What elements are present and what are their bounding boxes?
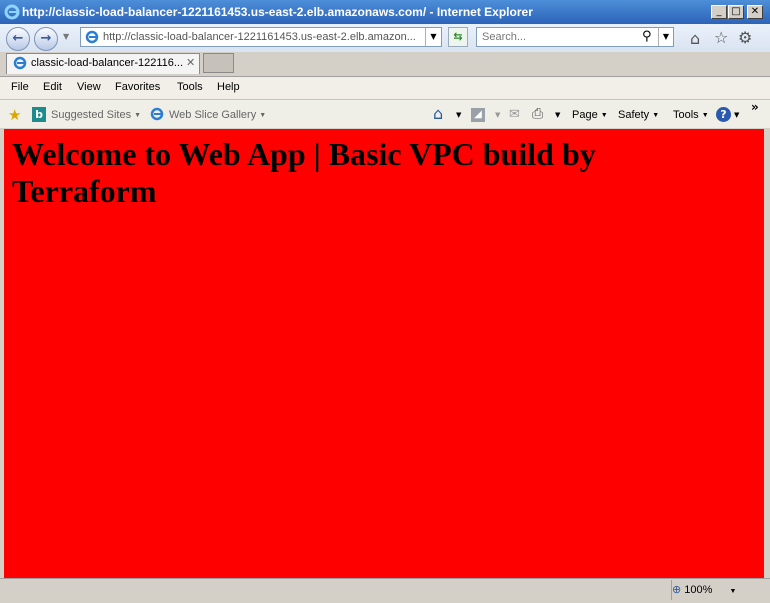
- home-icon[interactable]: ⌂: [690, 29, 700, 48]
- status-bar: [0, 578, 770, 603]
- tab-close-icon[interactable]: ✕: [186, 56, 195, 69]
- chevron-down-icon: ▼: [600, 111, 608, 119]
- menu-help[interactable]: Help: [217, 81, 240, 93]
- chevron-down-icon: ▼: [259, 111, 267, 119]
- menu-view[interactable]: View: [77, 81, 101, 93]
- compat-view-icon[interactable]: ⇆: [448, 27, 468, 47]
- zoom-dropdown-icon: ▼: [729, 588, 737, 595]
- minimize-button[interactable]: _: [711, 5, 727, 19]
- home-dropdown-icon[interactable]: ▼: [456, 111, 461, 119]
- tab-page-icon: [12, 56, 28, 70]
- zoom-icon: ⊕: [672, 584, 682, 596]
- tab-label: classic-load-balancer-122116...: [31, 57, 184, 69]
- maximize-button[interactable]: □: [728, 5, 744, 19]
- new-tab-button[interactable]: [203, 53, 234, 73]
- address-dropdown-icon[interactable]: ▼: [425, 28, 441, 46]
- zoom-level: 100%: [684, 584, 713, 596]
- tools-menu[interactable]: Tools ▼: [673, 109, 709, 121]
- page-heading: Welcome to Web App | Basic VPC build by …: [12, 136, 596, 209]
- gear-icon[interactable]: ⚙: [738, 28, 752, 47]
- forward-button[interactable]: →: [34, 27, 58, 51]
- web-slice-gallery-link[interactable]: Web Slice Gallery ▼: [169, 109, 266, 121]
- page-icon: [84, 30, 100, 44]
- chevron-down-icon: ▼: [134, 111, 142, 119]
- search-icon[interactable]: ⚲: [642, 29, 652, 44]
- feeds-dropdown-icon[interactable]: ▼: [495, 111, 500, 119]
- favorites-icon[interactable]: ★: [8, 106, 21, 124]
- favorites-star-icon[interactable]: ☆: [714, 28, 728, 47]
- chevron-down-icon: ▼: [652, 111, 660, 119]
- suggested-sites-label: Suggested Sites: [51, 109, 132, 121]
- search-dropdown-icon[interactable]: ▼: [658, 28, 673, 46]
- page-menu[interactable]: Page ▼: [572, 109, 608, 121]
- address-text: http://classic-load-balancer-1221161453.…: [103, 31, 416, 43]
- page-menu-label: Page: [572, 109, 598, 121]
- print-dropdown-icon[interactable]: ▼: [555, 111, 560, 119]
- safety-menu[interactable]: Safety ▼: [618, 109, 659, 121]
- zoom-control[interactable]: ⊕ 100% ▼: [672, 583, 754, 597]
- back-button[interactable]: ←: [6, 27, 30, 51]
- mail-icon[interactable]: ✉: [509, 107, 520, 122]
- close-button[interactable]: ✕: [747, 5, 763, 19]
- history-dropdown-icon[interactable]: ▼: [63, 32, 69, 41]
- suggested-sites-link[interactable]: Suggested Sites ▼: [51, 109, 141, 121]
- menu-favorites[interactable]: Favorites: [115, 81, 160, 93]
- menu-edit[interactable]: Edit: [43, 81, 62, 93]
- window-title: http://classic-load-balancer-1221161453.…: [22, 5, 533, 19]
- search-placeholder: Search...: [482, 31, 527, 43]
- print-icon[interactable]: ⎙: [532, 106, 543, 122]
- menu-file[interactable]: File: [11, 81, 29, 93]
- tools-menu-label: Tools: [673, 109, 699, 121]
- menu-tools[interactable]: Tools: [177, 81, 203, 93]
- chevron-down-icon: ▼: [701, 111, 709, 119]
- feeds-icon[interactable]: ◢: [471, 108, 485, 122]
- ie-logo-icon: [4, 4, 20, 20]
- web-slice-icon: [150, 107, 165, 122]
- home-icon[interactable]: ⌂: [433, 104, 443, 123]
- help-icon[interactable]: ?: [716, 107, 731, 122]
- web-slice-gallery-label: Web Slice Gallery: [169, 109, 257, 121]
- overflow-chevron-icon[interactable]: »: [751, 100, 759, 114]
- bing-icon: b: [32, 107, 46, 122]
- safety-menu-label: Safety: [618, 109, 650, 121]
- help-dropdown-icon[interactable]: ▼: [734, 111, 739, 119]
